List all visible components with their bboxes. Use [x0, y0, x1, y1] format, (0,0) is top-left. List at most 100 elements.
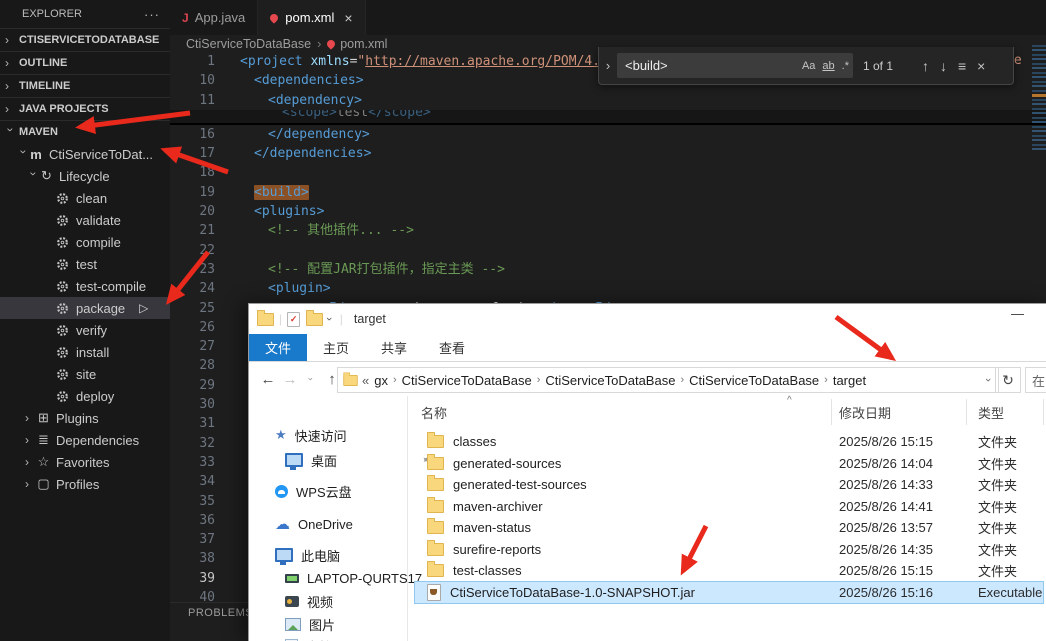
- lap-icon: [285, 573, 299, 583]
- address-bar[interactable]: « gx › CtiServiceToDataBase › CtiServiceToDa…: [337, 367, 999, 393]
- maven-group-dependencies[interactable]: › ≣ Dependencies: [0, 429, 170, 451]
- path-segment-CtiServiceToDataBase[interactable]: CtiServiceToDataBase: [689, 373, 819, 388]
- maven-goal-package[interactable]: package ▷: [0, 297, 170, 319]
- file-row-CtiServiceToDataBase-1.0-SNAPSHOT.jar[interactable]: CtiServiceToDataBase-1.0-SNAPSHOT.jar 202…: [414, 580, 1044, 604]
- ribbon-tab-1[interactable]: 文件: [249, 334, 307, 361]
- regex-icon[interactable]: .*: [842, 60, 849, 72]
- line-number: 30: [199, 397, 215, 413]
- path-segment-CtiServiceToDataBase[interactable]: CtiServiceToDataBase: [545, 373, 675, 388]
- tab-app-java[interactable]: J App.java: [170, 0, 259, 35]
- ribbon-tab-4[interactable]: 查看: [423, 334, 481, 361]
- token: </dependencies>: [254, 146, 372, 162]
- ribbon-tab-2[interactable]: 主页: [307, 334, 365, 361]
- file-row-surefire-reports[interactable]: surefire-reports 2025/8/26 14:35 文件夹: [415, 539, 1043, 561]
- column-header-date[interactable]: 修改日期: [839, 403, 891, 422]
- path-segment-gx[interactable]: gx: [374, 373, 388, 388]
- customize-toolbar-chevron-icon[interactable]: ›: [323, 317, 335, 321]
- chevron-right-icon: ›: [5, 56, 9, 70]
- find-previous-icon[interactable]: ↑: [922, 58, 929, 74]
- path-segment-target[interactable]: target: [833, 373, 866, 388]
- run-goal-icon[interactable]: ▷: [139, 301, 148, 315]
- file-type: 文件夹: [978, 542, 1018, 558]
- tab-pom-xml[interactable]: pom.xml ×: [258, 0, 366, 35]
- address-dropdown-chevron-icon[interactable]: ›: [982, 378, 994, 382]
- vscode-sidebar: EXPLORER ··· › CTISERVICETODATABASE › OUTLI…: [0, 0, 170, 641]
- token: </scope>: [368, 109, 431, 120]
- line-number: 18: [199, 165, 215, 181]
- star-icon: ★: [275, 427, 287, 442]
- recent-locations-chevron-icon[interactable]: ›: [306, 373, 316, 385]
- line-number: 40: [199, 590, 215, 606]
- nav-item-vid-6[interactable]: 视频: [285, 590, 435, 612]
- address-toolbar: ← → › ↑ « gx › CtiServiceToDataBase › CtiSer…: [249, 362, 1046, 396]
- minimize-button[interactable]: —: [1011, 306, 1024, 321]
- maven-lifecycle-item[interactable]: › ↻ Lifecycle: [0, 165, 170, 187]
- maven-group-favorites[interactable]: › ☆ Favorites: [0, 451, 170, 473]
- panel-tab-problems[interactable]: PROBLEMS: [188, 607, 253, 619]
- minimap[interactable]: [1032, 45, 1046, 150]
- explorer-section-java-projects[interactable]: › JAVA PROJECTS: [0, 97, 170, 120]
- maven-goal-verify[interactable]: verify: [0, 319, 170, 341]
- maven-group-profiles[interactable]: › ▢ Profiles: [0, 473, 170, 495]
- maven-goal-compile[interactable]: compile: [0, 231, 170, 253]
- nav-item-doc-8[interactable]: 文档: [285, 635, 435, 641]
- maven-project-item[interactable]: › m CtiServiceToDat...: [0, 143, 170, 165]
- column-header-name[interactable]: 名称: [421, 403, 447, 422]
- explorer-section-timeline[interactable]: › TIMELINE: [0, 74, 170, 97]
- nav-item-mon-1[interactable]: 桌面 ✦: [285, 449, 435, 471]
- ribbon-tab-3[interactable]: 共享: [365, 334, 423, 361]
- more-actions-icon[interactable]: ···: [144, 7, 160, 22]
- nav-item-pic-7[interactable]: 图片: [285, 613, 435, 635]
- maven-goal-clean[interactable]: clean: [0, 187, 170, 209]
- match-case-icon[interactable]: Aa: [802, 60, 815, 72]
- maven-goal-install[interactable]: install: [0, 341, 170, 363]
- tab-close-icon[interactable]: ×: [344, 10, 352, 26]
- maven-goal-site[interactable]: site: [0, 363, 170, 385]
- find-toggle-replace-icon[interactable]: ›: [599, 58, 617, 73]
- maven-goal-test-compile[interactable]: test-compile: [0, 275, 170, 297]
- column-header-type[interactable]: 类型: [978, 403, 1004, 422]
- whole-word-icon[interactable]: ab: [822, 60, 834, 72]
- forward-button[interactable]: →: [279, 371, 301, 388]
- file-row-generated-sources[interactable]: generated-sources 2025/8/26 14:04 文件夹: [415, 453, 1043, 475]
- gear-icon: [55, 389, 70, 404]
- explorer-section-maven[interactable]: › MAVEN: [0, 120, 170, 143]
- find-next-icon[interactable]: ↓: [940, 58, 947, 74]
- breadcrumb-project[interactable]: CtiServiceToDataBase: [186, 37, 311, 51]
- maven-goal-test[interactable]: test: [0, 253, 170, 275]
- path-overflow[interactable]: «: [362, 373, 369, 388]
- quick-access-newfolder-icon[interactable]: [306, 309, 324, 326]
- line-content: <dependencies>: [254, 71, 364, 90]
- explorer-search-box[interactable]: 在: [1025, 367, 1046, 393]
- explorer-section-outline[interactable]: › OUTLINE: [0, 51, 170, 74]
- nav-item-lap-5[interactable]: LAPTOP-QURTS17: [285, 567, 435, 589]
- maven-goal-deploy[interactable]: deploy: [0, 385, 170, 407]
- maven-group-plugins[interactable]: › ⊞ Plugins: [0, 407, 170, 429]
- nav-label: 图片: [309, 617, 336, 633]
- explorer-section-ctiservicetodatabase[interactable]: › CTISERVICETODATABASE: [0, 28, 170, 51]
- breadcrumb-file[interactable]: pom.xml: [340, 37, 387, 51]
- back-button[interactable]: ←: [257, 371, 279, 388]
- token: </dependency>: [268, 126, 370, 142]
- nav-item-cloud-3[interactable]: ☁ OneDrive: [275, 513, 425, 535]
- path-segment-CtiServiceToDataBase[interactable]: CtiServiceToDataBase: [402, 373, 532, 388]
- find-in-selection-icon[interactable]: ≡: [958, 58, 966, 74]
- file-row-maven-status[interactable]: maven-status 2025/8/26 13:57 文件夹: [415, 517, 1043, 539]
- find-close-icon[interactable]: ×: [977, 58, 985, 74]
- nav-item-mon-4[interactable]: 此电脑: [275, 544, 425, 566]
- token: xmlns: [310, 54, 350, 69]
- nav-item-wps-2[interactable]: WPS云盘: [275, 480, 425, 502]
- file-row-generated-test-sources[interactable]: generated-test-sources 2025/8/26 14:33 文件夹: [415, 474, 1043, 496]
- file-row-test-classes[interactable]: test-classes 2025/8/26 15:15 文件夹: [415, 560, 1043, 582]
- find-input[interactable]: <build> Aa ab .*: [617, 53, 853, 78]
- maven-goal-validate[interactable]: validate: [0, 209, 170, 231]
- file-type: 文件夹: [978, 456, 1018, 472]
- line-number: 33: [199, 454, 215, 470]
- nav-item-star-0[interactable]: ★ 快速访问: [275, 424, 425, 446]
- gear-icon: [55, 191, 70, 206]
- refresh-button[interactable]: ↻: [995, 367, 1021, 393]
- file-row-classes[interactable]: classes 2025/8/26 15:15 文件夹: [415, 431, 1043, 453]
- line-number: 27: [199, 339, 215, 355]
- quick-access-properties-icon[interactable]: ✓: [287, 311, 301, 327]
- file-row-maven-archiver[interactable]: maven-archiver 2025/8/26 14:41 文件夹: [415, 496, 1043, 518]
